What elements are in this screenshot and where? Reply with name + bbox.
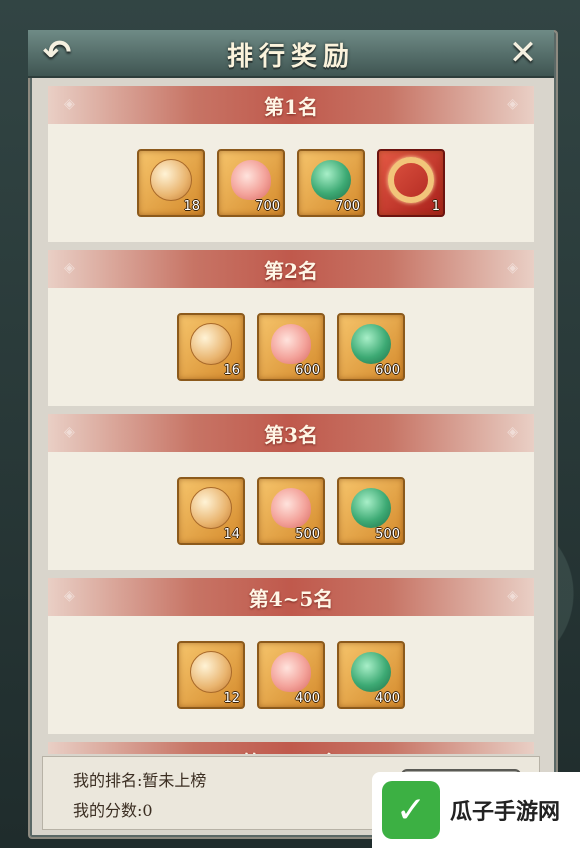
orb-icon (190, 323, 232, 366)
item-count: 700 (335, 199, 360, 214)
tier-header: ◈ ◈ 第6~10名 (48, 742, 534, 754)
peach-icon (231, 160, 271, 201)
reward-item[interactable]: 700 (217, 149, 285, 217)
my-score-text: 我的分数:0 (73, 801, 153, 820)
ornament-icon: ◈ (64, 96, 75, 112)
ornament-icon: ◈ (64, 752, 75, 754)
tier-title: 第3名 (264, 422, 318, 447)
tier-header: ◈ ◈ 第1名 (48, 86, 534, 124)
back-arrow-icon: ↶ (42, 33, 72, 73)
tier-header: ◈ ◈ 第3名 (48, 414, 534, 452)
tier-header: ◈ ◈ 第2名 (48, 250, 534, 288)
item-count: 500 (295, 527, 320, 542)
brand-text: 瓜子手游网 (450, 800, 561, 825)
item-count: 14 (223, 527, 240, 542)
reward-item[interactable]: 1 (377, 149, 445, 217)
my-rank-text: 我的排名:暂未上榜 (73, 771, 207, 790)
reward-tier: ◈ ◈ 第3名 14 500 500 (48, 414, 534, 570)
ornament-icon: ◈ (64, 260, 75, 276)
brand-logo-icon: ✓ (382, 781, 440, 839)
close-icon: ✕ (508, 33, 538, 73)
reward-item[interactable]: 16 (177, 313, 245, 381)
reward-item[interactable]: 400 (257, 641, 325, 709)
reward-item[interactable]: 18 (137, 149, 205, 217)
tier-items: 16 600 600 (48, 288, 534, 406)
item-count: 600 (375, 363, 400, 378)
reward-item[interactable]: 600 (257, 313, 325, 381)
reward-item[interactable]: 500 (257, 477, 325, 545)
jade-dragon-icon (351, 488, 391, 529)
item-count: 500 (375, 527, 400, 542)
item-count: 12 (223, 691, 240, 706)
peach-icon (271, 652, 311, 693)
reward-item[interactable]: 700 (297, 149, 365, 217)
item-count: 1 (431, 199, 440, 214)
ornament-icon: ◈ (507, 752, 518, 754)
reward-item[interactable]: 12 (177, 641, 245, 709)
orb-icon (190, 487, 232, 530)
ornament-icon: ◈ (64, 424, 75, 440)
reward-item[interactable]: 500 (337, 477, 405, 545)
peach-icon (271, 324, 311, 365)
tier-items: 18 700 700 1 (48, 124, 534, 242)
ornament-icon: ◈ (507, 424, 518, 440)
tier-items: 14 500 500 (48, 452, 534, 570)
orb-icon (150, 159, 192, 202)
item-count: 600 (295, 363, 320, 378)
tier-title: 第6~10名 (242, 747, 341, 755)
peach-icon (271, 488, 311, 529)
item-count: 700 (255, 199, 280, 214)
tier-list[interactable]: ◈ ◈ 第1名 18 700 700 1 ◈ ◈ 第2名 16 600 600 ◈ ◈ 第3名 14 500 500… (38, 86, 544, 754)
item-count: 400 (375, 691, 400, 706)
item-count: 18 (183, 199, 200, 214)
ornament-icon: ◈ (64, 588, 75, 604)
item-count: 16 (223, 363, 240, 378)
ornament-icon: ◈ (507, 588, 518, 604)
jade-dragon-icon (351, 324, 391, 365)
ornament-icon: ◈ (507, 260, 518, 276)
tier-items: 12 400 400 (48, 616, 534, 734)
tier-title: 第1名 (264, 94, 318, 119)
tier-header: ◈ ◈ 第4~5名 (48, 578, 534, 616)
reward-item[interactable]: 14 (177, 477, 245, 545)
brand-watermark: ✓ 瓜子手游网 (372, 772, 580, 848)
ornament-icon: ◈ (507, 96, 518, 112)
tier-title: 第4~5名 (248, 586, 334, 611)
close-button[interactable]: ✕ (500, 33, 546, 73)
title-bar: 排行奖励 (28, 30, 554, 78)
ring-icon (388, 157, 434, 204)
page-title: 排行奖励 (226, 42, 355, 72)
reward-tier: ◈ ◈ 第6~10名 (48, 742, 534, 754)
back-button[interactable]: ↶ (34, 33, 80, 73)
reward-tier: ◈ ◈ 第2名 16 600 600 (48, 250, 534, 406)
item-count: 400 (295, 691, 320, 706)
reward-tier: ◈ ◈ 第1名 18 700 700 1 (48, 86, 534, 242)
orb-icon (190, 651, 232, 694)
reward-item[interactable]: 600 (337, 313, 405, 381)
jade-dragon-icon (311, 160, 351, 201)
reward-tier: ◈ ◈ 第4~5名 12 400 400 (48, 578, 534, 734)
reward-item[interactable]: 400 (337, 641, 405, 709)
jade-dragon-icon (351, 652, 391, 693)
tier-title: 第2名 (264, 258, 318, 283)
